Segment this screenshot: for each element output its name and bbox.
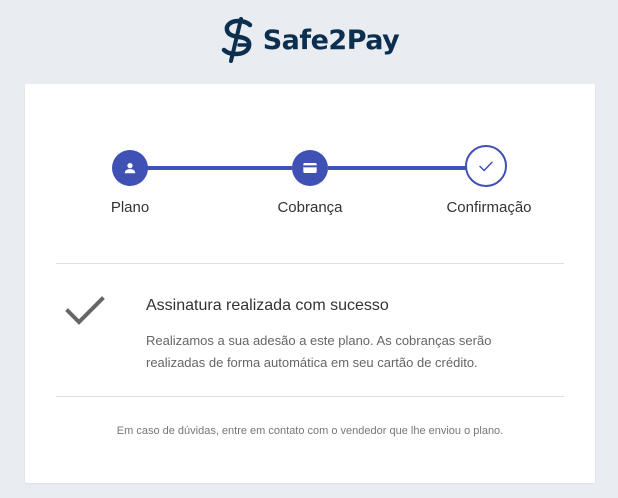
divider [56,396,564,397]
step-cobranca [292,150,328,186]
step-connector-1 [130,166,292,170]
divider [56,263,564,264]
success-description: Realizamos a sua adesão a este plano. As… [146,333,492,370]
step-label-cobranca: Cobrança [277,199,343,216]
progress-stepper: Plano Cobrança Confirmação [25,84,595,234]
step-connector-2 [328,166,466,170]
person-icon [124,163,136,174]
step-confirmacao [465,145,507,187]
step-label-plano: Plano [110,199,150,216]
brand-logo: Safe2Pay [0,14,618,66]
success-title: Assinatura realizada com sucesso [146,297,389,314]
step-plano [112,150,148,186]
brand-logo-group: Safe2Pay [219,17,400,63]
brand-name: Safe2Pay [262,24,400,56]
help-note: Em caso de dúvidas, entre em contato com… [116,425,504,437]
check-icon [479,161,493,172]
credit-card-icon [303,163,317,173]
confirmation-card: Plano Cobrança Confirmação Assinatura re… [25,84,595,483]
step-label-confirmacao: Confirmação [446,199,532,216]
checkmark-icon [65,296,105,325]
safe2pay-logo-icon [221,17,252,63]
